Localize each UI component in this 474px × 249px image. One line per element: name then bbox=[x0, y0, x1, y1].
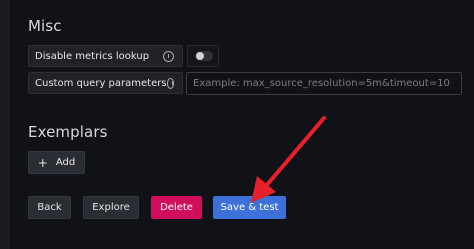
custom-query-parameters-label-box: Custom query parameters bbox=[28, 72, 183, 94]
disable-metrics-lookup-toggle-wrapper bbox=[187, 45, 219, 67]
misc-section-title: Misc bbox=[28, 17, 62, 35]
info-icon[interactable] bbox=[163, 50, 174, 62]
disable-metrics-lookup-label-box: Disable metrics lookup bbox=[28, 45, 183, 67]
add-button-label: Add bbox=[55, 157, 76, 168]
plus-icon: + bbox=[37, 155, 48, 170]
exemplars-section-title: Exemplars bbox=[28, 123, 108, 141]
disable-metrics-lookup-label: Disable metrics lookup bbox=[35, 50, 150, 62]
custom-query-parameters-label: Custom query parameters bbox=[35, 77, 167, 89]
save-and-test-button[interactable]: Save & test bbox=[213, 196, 286, 219]
explore-button[interactable]: Explore bbox=[83, 196, 139, 219]
page-edge bbox=[0, 0, 10, 249]
delete-button[interactable]: Delete bbox=[151, 196, 202, 219]
back-button[interactable]: Back bbox=[28, 196, 71, 219]
disable-metrics-lookup-toggle[interactable] bbox=[195, 51, 213, 61]
custom-query-parameters-input[interactable] bbox=[187, 77, 461, 90]
add-exemplar-button[interactable]: + Add bbox=[28, 151, 85, 174]
toggle-knob bbox=[196, 52, 204, 60]
info-icon[interactable] bbox=[166, 77, 174, 89]
datasource-settings-page: Misc Disable metrics lookup Custom query… bbox=[0, 0, 474, 249]
annotation-arrow-shaft bbox=[264, 116, 326, 188]
custom-query-parameters-field[interactable] bbox=[186, 72, 462, 95]
